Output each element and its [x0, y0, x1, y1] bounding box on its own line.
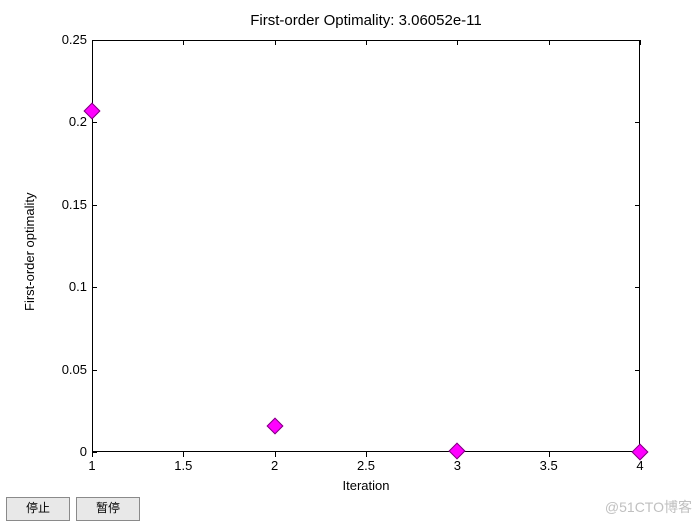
y-tick [92, 122, 97, 123]
y-tick-label: 0 [47, 444, 87, 459]
x-tick [275, 452, 276, 457]
x-tick [457, 40, 458, 45]
y-tick [92, 452, 97, 453]
y-tick-label: 0.1 [47, 279, 87, 294]
watermark: @51CTO博客 [605, 497, 692, 517]
x-tick [366, 452, 367, 457]
y-tick [92, 370, 97, 371]
x-tick [640, 40, 641, 45]
y-tick-label: 0.05 [47, 362, 87, 377]
x-axis-label: Iteration [92, 478, 640, 493]
x-tick [366, 40, 367, 45]
y-tick [92, 40, 97, 41]
y-tick [92, 287, 97, 288]
x-tick [183, 40, 184, 45]
stop-button[interactable]: 停止 [6, 497, 70, 521]
y-axis-label: First-order optimality [22, 193, 37, 311]
x-tick-label: 2 [260, 458, 290, 473]
x-tick [549, 40, 550, 45]
x-tick [183, 452, 184, 457]
plot-area [92, 40, 640, 452]
x-tick [549, 452, 550, 457]
y-tick [635, 122, 640, 123]
x-tick [275, 40, 276, 45]
y-tick [635, 40, 640, 41]
x-tick-label: 2.5 [351, 458, 381, 473]
x-tick-label: 1 [77, 458, 107, 473]
pause-button[interactable]: 暂停 [76, 497, 140, 521]
y-tick-label: 0.15 [47, 197, 87, 212]
y-tick-label: 0.25 [47, 32, 87, 47]
x-tick-label: 3.5 [534, 458, 564, 473]
y-tick [635, 205, 640, 206]
chart-title: First-order Optimality: 3.06052e-11 [92, 12, 640, 29]
y-tick-label: 0.2 [47, 114, 87, 129]
y-tick [92, 205, 97, 206]
x-tick-label: 3 [442, 458, 472, 473]
x-tick-label: 1.5 [168, 458, 198, 473]
y-tick [635, 287, 640, 288]
y-tick [635, 370, 640, 371]
